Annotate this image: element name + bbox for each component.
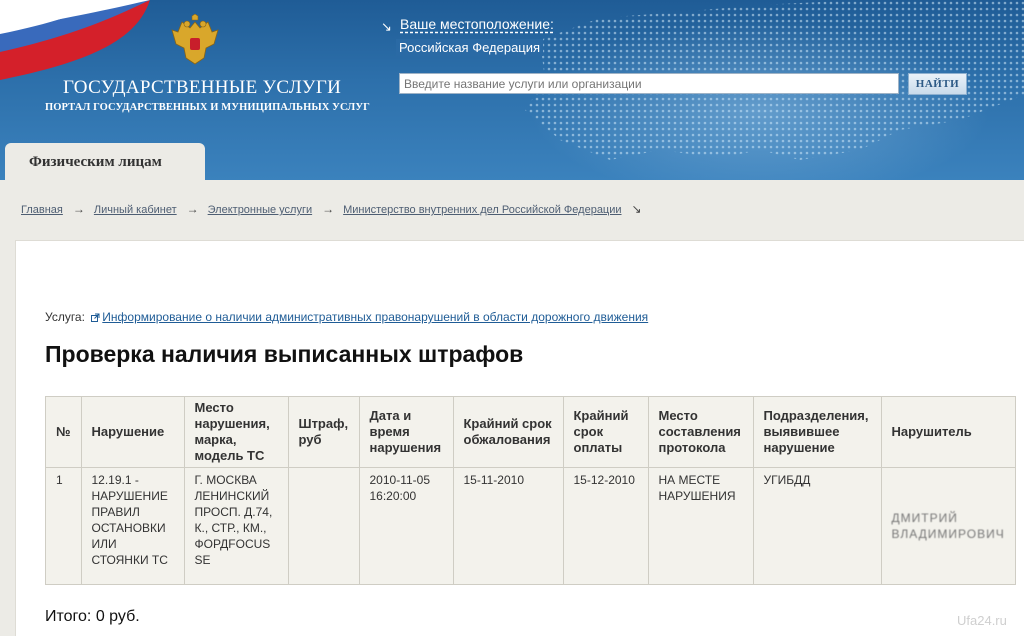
external-link-icon	[91, 313, 100, 322]
cell-appeal-deadline: 15-11-2010	[452, 467, 564, 585]
col-header-place-vehicle: Место нарушения, марка, модель ТС	[183, 396, 289, 468]
breadcrumb-e-services[interactable]: Электронные услуги	[208, 204, 312, 216]
col-header-violator: Нарушитель	[880, 396, 1016, 468]
col-header-protocol-place: Место составления протокола	[647, 396, 754, 468]
col-header-appeal-deadline: Крайний срок обжалования	[452, 396, 564, 468]
cell-payment-deadline: 15-12-2010	[562, 467, 649, 585]
service-link[interactable]: Информирование о наличии административны…	[102, 310, 648, 324]
total-amount: Итого: 0 руб.	[45, 608, 140, 625]
logo-title: ГОСУДАРСТВЕННЫЕ УСЛУГИ	[63, 77, 342, 98]
page-title: Проверка наличия выписанных штрафов	[45, 341, 524, 367]
breadcrumb: Главная → Личный кабинет → Электронные услуг…	[21, 202, 651, 216]
cell-fine	[287, 467, 360, 585]
breadcrumb-personal-cabinet[interactable]: Личный кабинет	[94, 204, 177, 216]
search-input[interactable]	[399, 73, 899, 94]
search-button[interactable]: НАЙТИ	[908, 73, 967, 95]
table-header-row: № Нарушение Место нарушения, марка, моде…	[45, 396, 1016, 468]
cell-department: УГИБДД	[752, 467, 882, 585]
fines-table: № Нарушение Место нарушения, марка, моде…	[45, 396, 1016, 585]
col-header-datetime: Дата и время нарушения	[358, 396, 454, 468]
cell-protocol-place: НА МЕСТЕ НАРУШЕНИЯ	[647, 467, 754, 585]
cell-place-vehicle: Г. МОСКВА ЛЕНИНСКИЙ ПРОСП. Д.74, К., СТР…	[183, 467, 289, 585]
arrow-right-icon: →	[72, 202, 85, 216]
cell-violator: ДМИТРИЙ ВЛАДИМИРОВИЧ	[880, 467, 1016, 585]
breadcrumb-home[interactable]: Главная	[21, 204, 63, 216]
cell-number: 1	[45, 467, 82, 585]
table-row: 1 12.19.1 - НАРУШЕНИЕ ПРАВИЛ ОСТАНОВКИ И…	[45, 467, 1016, 585]
location-value: Российская Федерация	[396, 39, 544, 56]
service-line: Услуга: Информирование о наличии админис…	[45, 310, 648, 324]
watermark: Ufa24.ru	[957, 613, 1007, 628]
col-header-payment-deadline: Крайний срок оплаты	[562, 396, 649, 468]
russian-flag-icon	[0, 0, 150, 80]
col-header-violation: Нарушение	[80, 396, 185, 468]
service-label: Услуга:	[45, 310, 85, 324]
violator-name-blurred: ДМИТРИЙ ВЛАДИМИРОВИЧ	[891, 511, 1005, 541]
arrow-right-icon: →	[322, 202, 335, 216]
arrow-right-icon: →	[186, 202, 199, 216]
location-arrow-icon: ↘	[381, 19, 392, 34]
tab-individuals-label: Физическим лицам	[29, 154, 162, 170]
tab-individuals[interactable]: Физическим лицам	[5, 143, 205, 183]
cell-datetime: 2010-11-05 16:20:00	[358, 467, 454, 585]
breadcrumb-ministry[interactable]: Министерство внутренних дел Российской Ф…	[343, 204, 621, 216]
col-header-number: №	[45, 396, 82, 468]
location-selector[interactable]: Ваше местоположение:	[400, 16, 554, 32]
arrow-down-right-icon: ↘	[631, 202, 642, 216]
coat-of-arms-icon	[171, 14, 219, 65]
logo-subtitle: ПОРТАЛ ГОСУДАРСТВЕННЫХ И МУНИЦИПАЛЬНЫХ У…	[45, 102, 370, 113]
col-header-fine: Штраф, руб	[287, 396, 360, 468]
cell-violation: 12.19.1 - НАРУШЕНИЕ ПРАВИЛ ОСТАНОВКИ ИЛИ…	[80, 467, 185, 585]
col-header-department: Подразделения, выявившее нарушение	[752, 396, 882, 468]
